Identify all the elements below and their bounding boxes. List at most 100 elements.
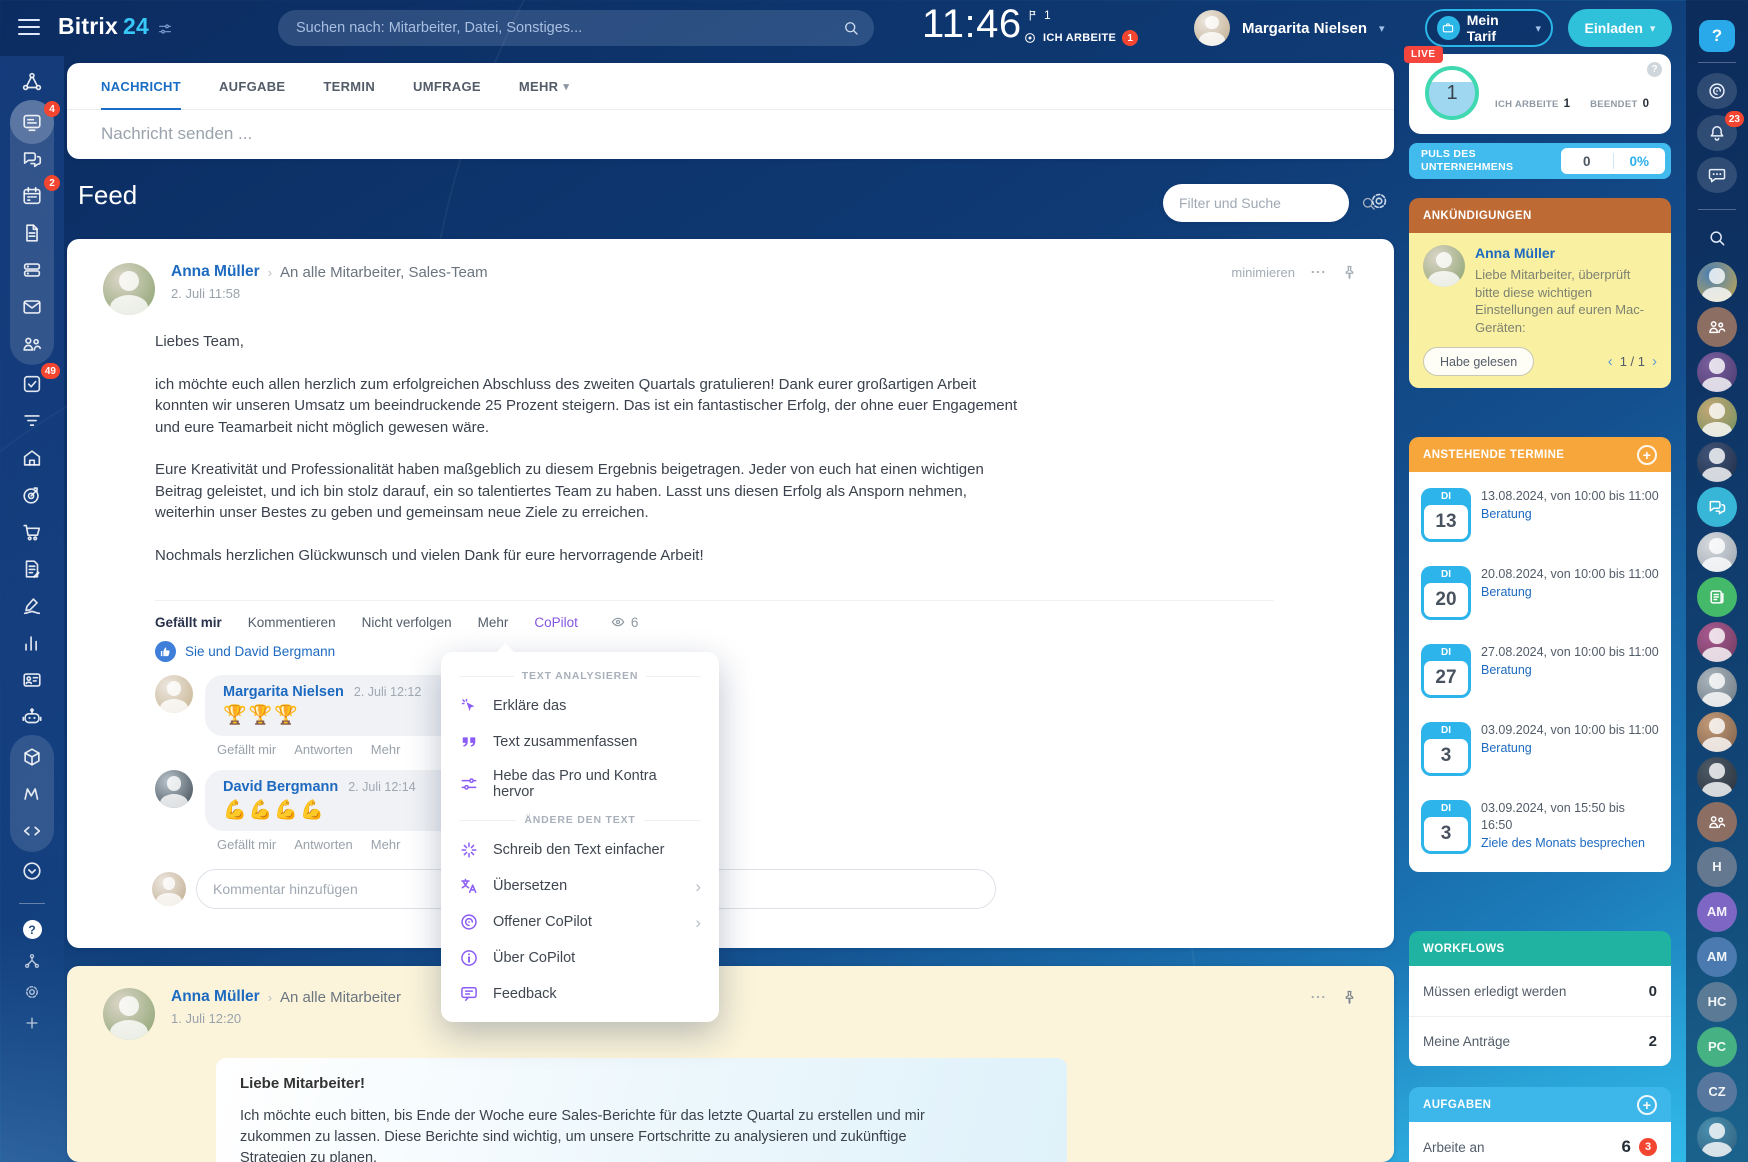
avatar[interactable] (1194, 10, 1230, 46)
tab-nachricht[interactable]: NACHRICHT (101, 63, 181, 109)
dock-chat-avatar[interactable] (1697, 442, 1737, 482)
avatar[interactable] (103, 988, 155, 1040)
more-link[interactable]: Mehr (478, 615, 509, 630)
sliders-icon[interactable] (157, 21, 173, 37)
pager-prev-icon[interactable]: ‹ (1608, 353, 1613, 370)
avatar[interactable] (1423, 245, 1465, 287)
sidebar-item-newsfeed[interactable]: 4 (10, 103, 54, 140)
dock-group-chat[interactable] (1697, 307, 1737, 347)
liked-by-text[interactable]: Sie und David Bergmann (185, 644, 335, 659)
add-event-button[interactable]: + (1637, 445, 1657, 465)
copilot-link[interactable]: CoPilot (534, 615, 578, 630)
more-dots-icon[interactable] (1309, 988, 1327, 1006)
dock-channel[interactable] (1697, 487, 1737, 527)
help-icon[interactable]: ? (1647, 62, 1662, 77)
sidebar-item-network[interactable] (10, 63, 54, 100)
workflow-row[interactable]: Müssen erledigt werden0 (1409, 966, 1671, 1016)
dock-chat-avatar[interactable] (1697, 757, 1737, 797)
event-title-link[interactable]: Beratung (1481, 506, 1659, 523)
comment-action-link[interactable]: Mehr (371, 837, 401, 852)
menu-item-proscons[interactable]: Hebe das Pro und Kontra hervor (441, 760, 719, 808)
menu-item-summarize[interactable]: Text zusammenfassen (441, 724, 719, 760)
event-title-link[interactable]: Ziele des Monats besprechen (1481, 835, 1659, 852)
search-icon[interactable] (842, 19, 860, 37)
event-row[interactable]: DI1313.08.2024, von 10:00 bis 11:00Berat… (1421, 488, 1659, 542)
dock-chat-avatar[interactable] (1697, 622, 1737, 662)
dock-group-chat[interactable] (1697, 802, 1737, 842)
user-menu[interactable]: Margarita Nielsen ▾ (1194, 10, 1385, 46)
menu-item-info[interactable]: Über CoPilot (441, 940, 719, 976)
comment-link[interactable]: Kommentieren (248, 615, 336, 630)
calendar-tile[interactable]: DI27 (1421, 644, 1471, 698)
pager-next-icon[interactable]: › (1652, 353, 1657, 370)
dock-chat-avatar[interactable] (1697, 532, 1737, 572)
task-row[interactable]: Arbeite an63 (1409, 1122, 1671, 1162)
sidebar-item-shop[interactable] (10, 513, 54, 550)
comment-author[interactable]: Margarita Nielsen (223, 684, 344, 700)
bitrix24-logo[interactable]: Bitrix 24 (58, 13, 173, 40)
announcement-author[interactable]: Anna Müller (1475, 245, 1653, 261)
dock-chat-initials[interactable]: HC (1697, 982, 1737, 1022)
global-search[interactable] (278, 10, 874, 46)
sidebar-item-messenger[interactable] (10, 140, 54, 177)
dock-chat-initials[interactable]: H (1697, 847, 1737, 887)
dock-chat-avatar[interactable] (1697, 352, 1737, 392)
dock-messenger-button[interactable] (1697, 157, 1737, 193)
event-title-link[interactable]: Beratung (1481, 662, 1659, 679)
dock-chat-avatar[interactable] (1697, 397, 1737, 437)
sidebar-item-marketing[interactable] (10, 476, 54, 513)
avatar[interactable] (155, 770, 193, 808)
calendar-tile[interactable]: DI3 (1421, 800, 1471, 854)
sidebar-item-apps[interactable] (10, 738, 54, 775)
sidebar-item-add[interactable] (10, 1007, 54, 1038)
workflow-row[interactable]: Meine Anträge2 (1409, 1016, 1671, 1066)
sidebar-item-e-signature[interactable] (10, 587, 54, 624)
dock-help-button[interactable]: ? (1699, 20, 1735, 52)
live-work-widget[interactable]: LIVE 1 ICH ARBEITE1BEENDET0 ? (1409, 54, 1671, 134)
dock-news-channel[interactable] (1697, 577, 1737, 617)
company-pulse-widget[interactable]: PULS DES UNTERNEHMENS 0 0% (1409, 143, 1671, 179)
dock-chat-initials[interactable]: CZ (1697, 1072, 1737, 1112)
feed-filter[interactable] (1163, 184, 1349, 222)
sidebar-item-developer[interactable] (10, 812, 54, 849)
dock-chat-initials[interactable]: AM (1697, 892, 1737, 932)
post-date[interactable]: 1. Juli 12:20 (171, 1011, 401, 1026)
composer-message-row[interactable] (67, 110, 1394, 158)
sidebar-item-structure[interactable] (10, 945, 54, 976)
dock-chat-avatar[interactable] (1697, 262, 1737, 302)
menu-item-explain[interactable]: Erkläre das (441, 688, 719, 724)
dock-chat-initials[interactable]: PC (1697, 1027, 1737, 1067)
liked-by-row[interactable]: Sie und David Bergmann (155, 641, 1358, 662)
post-author[interactable]: Anna Müller (171, 263, 260, 281)
menu-item-feedback[interactable]: Feedback (441, 976, 719, 1012)
sidebar-item-help[interactable]: ? (10, 914, 54, 945)
tab-termin[interactable]: TERMIN (323, 63, 375, 109)
sidebar-item-market[interactable] (10, 775, 54, 812)
pin-icon[interactable] (1341, 264, 1358, 281)
avatar[interactable] (103, 263, 155, 315)
sidebar-item-settings[interactable] (10, 976, 54, 1007)
dock-chat-avatar[interactable] (1697, 667, 1737, 707)
search-input[interactable] (296, 20, 842, 36)
tab-mehr[interactable]: MEHR▾ (519, 63, 569, 109)
tab-umfrage[interactable]: UMFRAGE (413, 63, 481, 109)
tariff-button[interactable]: Mein Tarif ▾ (1425, 9, 1553, 47)
post-author[interactable]: Anna Müller (171, 988, 260, 1006)
menu-item-translate[interactable]: Übersetzen› (441, 868, 719, 904)
dock-search-button[interactable] (1697, 220, 1737, 256)
calendar-tile[interactable]: DI20 (1421, 566, 1471, 620)
tab-aufgabe[interactable]: AUFGABE (219, 63, 285, 109)
work-status[interactable]: ICH ARBEITE 1 (1023, 30, 1138, 46)
post-audience[interactable]: An alle Mitarbeiter, Sales-Team (280, 264, 488, 281)
calendar-tile[interactable]: DI13 (1421, 488, 1471, 542)
menu-item-copilot[interactable]: Offener CoPilot› (441, 904, 719, 940)
pin-icon[interactable] (1341, 989, 1358, 1006)
mark-read-button[interactable]: Habe gelesen (1423, 347, 1534, 376)
comment-action-link[interactable]: Mehr (371, 742, 401, 757)
sidebar-item-contracts[interactable] (10, 550, 54, 587)
dock-notifications-button[interactable]: 23 (1697, 115, 1737, 151)
sidebar-item-more[interactable] (10, 852, 54, 889)
sidebar-item-workgroups[interactable] (10, 325, 54, 362)
event-title-link[interactable]: Beratung (1481, 740, 1659, 757)
event-row[interactable]: DI303.09.2024, von 15:50 bis 16:50Ziele … (1421, 800, 1659, 854)
